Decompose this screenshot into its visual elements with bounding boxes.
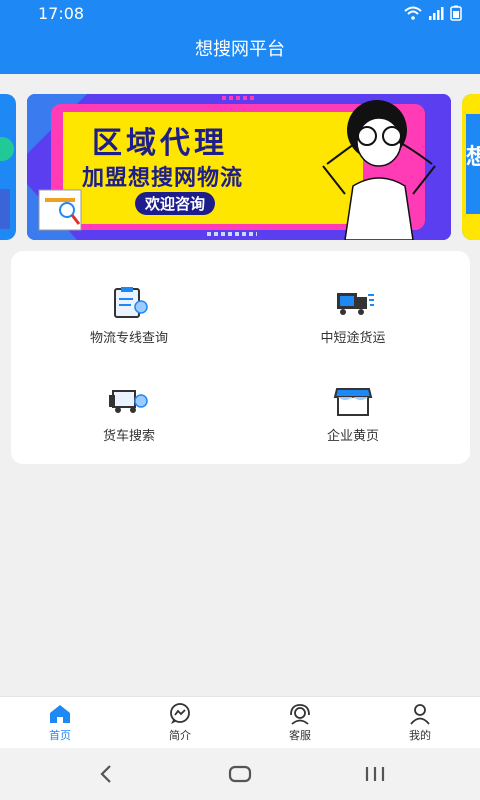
tab-mine[interactable]: 我的 — [370, 703, 470, 747]
tab-intro[interactable]: 简介 — [130, 703, 230, 747]
tab-home[interactable]: 首页 — [10, 703, 110, 747]
carousel-prev-slide[interactable] — [0, 94, 16, 240]
menu-item-logistics-line-query[interactable]: 物流专线查询 — [39, 285, 219, 355]
banner-subheadline: 加盟想搜网物流 — [82, 166, 244, 191]
banner-slide[interactable]: 区域代理 加盟想搜网物流 欢迎咨询 — [27, 94, 451, 240]
menu-item-enterprise-yellow-pages[interactable]: 企业黄页 — [263, 383, 443, 453]
wifi-icon — [404, 6, 422, 20]
app-header: 想搜网平台 — [0, 26, 480, 74]
signal-icon — [429, 7, 444, 20]
store-icon — [333, 388, 373, 416]
tab-label: 简介 — [169, 729, 191, 742]
svg-text:想: 想 — [466, 145, 480, 170]
banner-text: 区域代理 加盟想搜网物流 欢迎咨询 — [27, 94, 327, 240]
user-icon — [410, 704, 430, 725]
page-title: 想搜网平台 — [195, 39, 285, 60]
headset-icon — [290, 704, 310, 725]
recent-apps-icon[interactable] — [355, 762, 395, 786]
menu-item-label: 物流专线查询 — [89, 331, 168, 346]
truck-search-icon — [109, 390, 148, 413]
menu-card: 物流专线查询 中短途货运 货车搜索 企业黄页 — [11, 251, 470, 464]
chat-icon — [170, 703, 190, 724]
menu-item-label: 货车搜索 — [102, 429, 155, 444]
fast-truck-icon — [337, 293, 374, 315]
tab-label: 客服 — [289, 729, 311, 742]
menu-item-short-haul-freight[interactable]: 中短途货运 — [263, 285, 443, 355]
clipboard-icon — [114, 287, 148, 318]
menu-item-truck-search[interactable]: 货车搜索 — [39, 383, 219, 453]
battery-icon — [450, 5, 462, 21]
banner-carousel[interactable]: 区域代理 加盟想搜网物流 欢迎咨询 想 — [0, 94, 480, 240]
system-nav-bar — [0, 748, 480, 800]
banner-headline: 区域代理 — [92, 126, 228, 161]
tab-customer-service[interactable]: 客服 — [250, 703, 350, 747]
back-icon[interactable] — [86, 762, 126, 786]
home-icon — [50, 705, 70, 723]
menu-item-label: 企业黄页 — [326, 429, 379, 444]
tab-label: 我的 — [409, 729, 431, 742]
carousel-next-slide[interactable]: 想 — [462, 94, 480, 240]
tab-label: 首页 — [49, 729, 71, 742]
home-button-icon[interactable] — [220, 762, 260, 786]
status-icons — [404, 5, 462, 21]
bottom-tab-bar: 首页 简介 客服 我的 — [0, 696, 480, 748]
status-time: 17:08 — [38, 4, 85, 23]
menu-item-label: 中短途货运 — [320, 331, 386, 346]
status-bar: 17:08 — [0, 0, 480, 26]
banner-cta-badge: 欢迎咨询 — [135, 192, 216, 215]
